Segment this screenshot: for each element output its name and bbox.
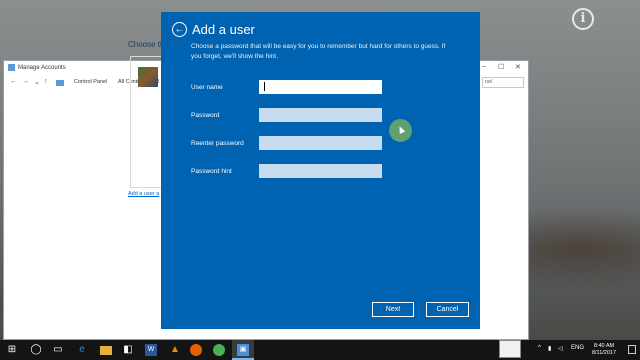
breadcrumb-control-panel[interactable]: Control Panel [74,79,107,85]
info-icon[interactable]: i [572,8,594,30]
search-icon[interactable]: ◯ [30,344,42,356]
add-user-link[interactable]: Add a user a [128,191,159,197]
task-view-icon[interactable]: ▭ [52,344,64,356]
maximize-icon[interactable]: ☐ [498,63,504,71]
dialog-description: Choose a password that will be easy for … [191,43,446,60]
network-icon[interactable]: ▮ [548,345,551,352]
cancel-button[interactable]: Cancel [426,302,469,317]
username-label: User name [191,84,223,91]
chrome-icon[interactable] [213,344,225,356]
forward-arrow-icon[interactable]: → [22,78,29,85]
taskbar-clock[interactable]: 8:40 AM 8/11/2017 [586,343,622,357]
volume-icon[interactable]: ◁ [558,345,563,352]
language-indicator[interactable]: ENG [571,345,584,351]
password-input[interactable] [259,108,382,122]
up-arrow-icon[interactable]: ↑ [44,78,48,85]
start-icon[interactable]: ⊞ [6,344,18,356]
store-icon[interactable]: ◧ [122,344,134,356]
taskbar: ⊞ ◯ ▭ e ◧ W ▲ ▣ ^ ▮ ◁ ENG [0,340,640,360]
username-input[interactable] [259,80,382,94]
password-hint-label: Password hint [191,168,232,175]
cp-search-input[interactable]: nel [482,77,524,88]
action-center-icon[interactable] [628,345,636,354]
cp-window-title: Manage Accounts [18,65,66,71]
edge-icon[interactable]: e [76,344,88,356]
file-explorer-icon[interactable] [100,346,112,355]
user-accounts-icon[interactable]: ▣ [237,344,249,356]
minimize-icon[interactable]: – [482,63,486,70]
cp-location-icon [56,80,64,86]
reenter-password-label: Reenter password [191,140,244,147]
cp-search-text: nel [485,79,493,85]
clock-date: 8/11/2017 [591,350,617,356]
password-hint-input[interactable] [259,164,382,178]
cp-page-heading: Choose th [128,40,165,49]
dialog-title: Add a user [192,22,255,37]
firefox-icon[interactable] [190,344,202,356]
back-arrow-icon[interactable]: ← [10,78,17,85]
control-panel-icon [8,64,15,71]
reenter-password-input[interactable] [259,136,382,150]
user-avatar[interactable] [138,67,158,87]
text-caret [264,82,265,91]
recording-thumbnail [499,340,521,358]
tray-chevron-icon[interactable]: ^ [538,345,541,351]
close-icon[interactable]: ✕ [515,63,521,71]
back-arrow-icon[interactable]: ← [172,22,187,37]
clock-time: 8:40 AM [593,343,615,349]
password-label: Password [191,112,220,119]
word-icon[interactable]: W [145,344,157,356]
vlc-icon[interactable]: ▲ [169,344,181,356]
next-button[interactable]: Next [372,302,414,317]
recent-chevron-icon[interactable]: ⌄ [34,78,40,86]
